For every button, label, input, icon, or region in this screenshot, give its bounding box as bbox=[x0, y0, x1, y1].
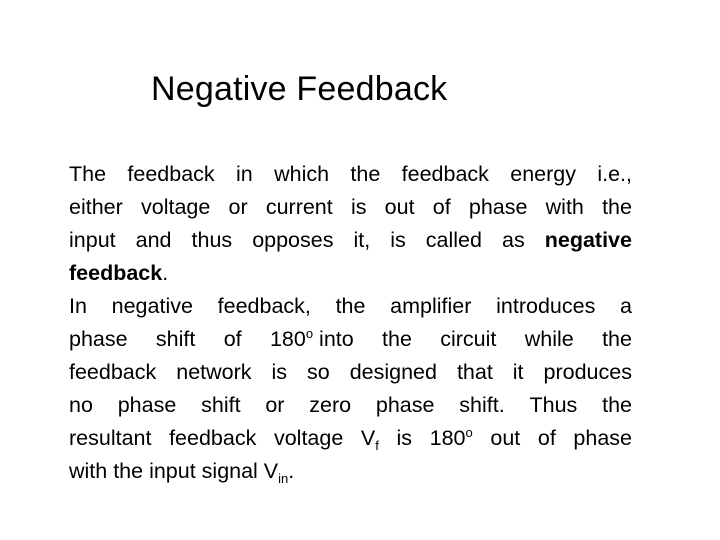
p1-line-3: input and thus opposes it, is called as negative bbox=[69, 224, 632, 257]
word: feedback bbox=[127, 162, 215, 186]
word: with bbox=[545, 195, 584, 219]
word: that bbox=[456, 360, 493, 384]
word: the bbox=[602, 195, 632, 219]
word: circuit bbox=[440, 327, 497, 351]
word: of bbox=[223, 327, 242, 351]
subscript-in: in bbox=[278, 471, 289, 486]
p2-line-6: with the input signal Vin. bbox=[69, 455, 632, 488]
word: is bbox=[350, 195, 367, 219]
word: The bbox=[69, 162, 107, 186]
word: of bbox=[432, 195, 451, 219]
p1-line-1: The feedback in which the feedback energy i.e., bbox=[69, 158, 632, 191]
p2-line-3: feedback network is so designed that it produce… bbox=[69, 356, 632, 389]
word: i.e., bbox=[597, 162, 632, 186]
word: while bbox=[524, 327, 574, 351]
word: shift. bbox=[459, 393, 505, 417]
slide-title: Negative Feedback bbox=[151, 70, 448, 108]
word: so bbox=[307, 360, 330, 384]
word: introduces bbox=[496, 294, 596, 318]
word: energy bbox=[510, 162, 576, 186]
word: the bbox=[335, 294, 366, 318]
word: or bbox=[228, 195, 248, 219]
p2-line-5-text: resultant feedback voltage Vf is 180o ou… bbox=[69, 425, 632, 453]
p2-line-4: no phase shift or zero phase shift. Thus the bbox=[69, 389, 632, 422]
word: in bbox=[236, 162, 253, 186]
degree-superscript: o bbox=[465, 425, 473, 440]
word: Thus bbox=[529, 393, 578, 417]
p1-line-2: either voltage or current is out of phase with th… bbox=[69, 191, 632, 224]
p2-line-2: phase shift of 180o into the circuit while the bbox=[69, 323, 632, 356]
word: network bbox=[176, 360, 252, 384]
word: current bbox=[265, 195, 333, 219]
bold-term-negative: negative bbox=[544, 228, 632, 252]
word: phase bbox=[468, 195, 528, 219]
word: shift bbox=[155, 327, 196, 351]
word: feedback bbox=[401, 162, 489, 186]
bold-term-feedback: feedback. bbox=[69, 261, 169, 285]
word: opposes bbox=[252, 228, 334, 252]
p1-line-4: feedback. bbox=[69, 257, 632, 290]
slide-body: The feedback in which the feedback energy i.e.,… bbox=[69, 158, 632, 488]
word: is bbox=[271, 360, 288, 384]
word: or bbox=[265, 393, 285, 417]
word: no bbox=[69, 393, 93, 417]
p2-line-5: resultant feedback voltage Vf is 180o ou… bbox=[69, 422, 632, 455]
word: the bbox=[602, 393, 632, 417]
word: is bbox=[390, 228, 406, 252]
word: feedback, bbox=[217, 294, 311, 318]
word: as bbox=[502, 228, 525, 252]
word: it bbox=[512, 360, 524, 384]
word: input bbox=[69, 228, 116, 252]
word: the bbox=[382, 327, 412, 351]
word: phase bbox=[117, 393, 177, 417]
p2-line-6-text: with the input signal Vin. bbox=[69, 459, 295, 486]
word: negative bbox=[111, 294, 193, 318]
word: the bbox=[350, 162, 381, 186]
word: and bbox=[135, 228, 172, 252]
word: which bbox=[274, 162, 330, 186]
word: it, bbox=[353, 228, 371, 252]
word: phase bbox=[69, 327, 128, 351]
slide: Negative Feedback The feedback in which the f… bbox=[0, 0, 720, 540]
word: a bbox=[620, 294, 632, 318]
word: voltage bbox=[140, 195, 211, 219]
degree-value: 180o into bbox=[269, 326, 354, 351]
word: phase bbox=[375, 393, 435, 417]
word: amplifier bbox=[390, 294, 472, 318]
word: out bbox=[384, 195, 415, 219]
word: the bbox=[602, 327, 632, 351]
word: either bbox=[69, 195, 123, 219]
word: zero bbox=[309, 393, 352, 417]
degree-superscript: o bbox=[305, 326, 314, 341]
word: produces bbox=[543, 360, 632, 384]
word: In bbox=[69, 294, 87, 318]
word: feedback bbox=[69, 360, 157, 384]
word: shift bbox=[201, 393, 241, 417]
word: thus bbox=[191, 228, 233, 252]
word: called bbox=[425, 228, 482, 252]
p2-line-1: In negative feedback, the amplifier introduce… bbox=[69, 290, 632, 323]
word: designed bbox=[349, 360, 437, 384]
